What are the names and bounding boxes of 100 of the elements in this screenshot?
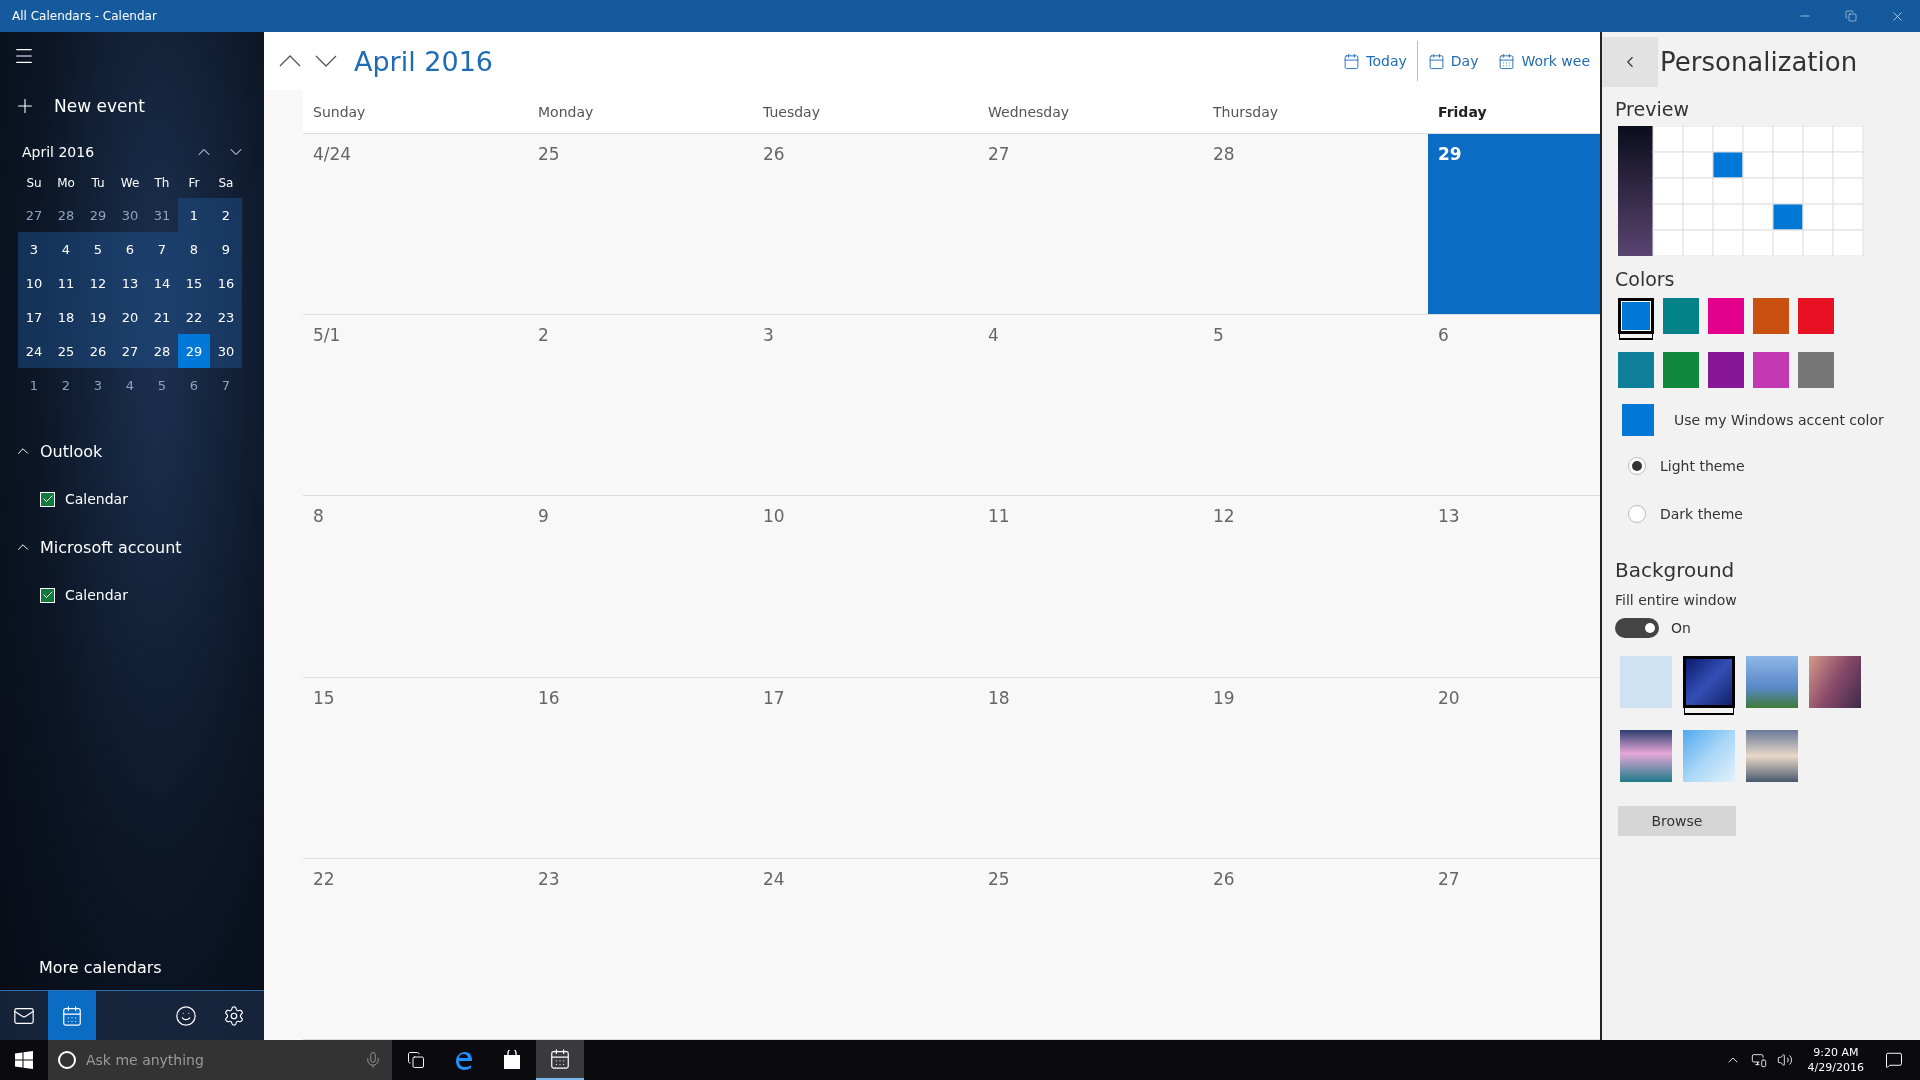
day-cell[interactable]: 29 [1428, 134, 1600, 316]
account-header[interactable]: Microsoft account [0, 524, 264, 570]
mini-calendar-day[interactable]: 25 [50, 334, 82, 368]
shopping-bag-icon [502, 1050, 522, 1070]
background-thumbnail[interactable] [1683, 730, 1735, 782]
radio-button[interactable] [1628, 457, 1646, 475]
mini-calendar-day[interactable]: 16 [210, 266, 242, 300]
mini-calendar-day[interactable]: 23 [210, 300, 242, 334]
background-thumbnail[interactable] [1746, 656, 1798, 708]
color-swatch[interactable] [1753, 298, 1789, 334]
section-heading: Colors [1614, 268, 1676, 290]
more-calendars-link[interactable]: More calendars [0, 944, 162, 990]
mini-calendar-day[interactable]: 9 [210, 232, 242, 266]
mini-calendar-day[interactable]: 30 [210, 334, 242, 368]
background-thumbnail[interactable] [1620, 730, 1672, 782]
background-thumbnail[interactable] [1746, 730, 1798, 782]
toggle-switch[interactable] [1615, 618, 1659, 638]
day-view-button[interactable]: Day [1416, 41, 1489, 81]
weekday-label: Su [25, 175, 43, 192]
radio-button[interactable] [1628, 505, 1646, 523]
calendar-label: Calendar [65, 587, 128, 603]
mini-calendar-day[interactable]: 26 [82, 334, 114, 368]
mini-calendar-day[interactable]: 6 [114, 232, 146, 266]
checkbox[interactable] [40, 587, 55, 603]
mini-calendar-day[interactable]: 1 [178, 198, 210, 232]
mini-calendar-day[interactable]: 8 [178, 232, 210, 266]
color-swatch[interactable] [1663, 298, 1699, 334]
calendar-app-button[interactable] [48, 991, 96, 1040]
mini-calendar-day[interactable]: 27 [114, 334, 146, 368]
mini-calendar-day[interactable]: 31 [146, 198, 178, 232]
smiley-icon [175, 1004, 197, 1027]
background-thumbnail[interactable] [1620, 656, 1672, 708]
color-swatch[interactable] [1708, 298, 1744, 334]
weekday-header: Friday [1428, 90, 1600, 134]
mini-calendar-day[interactable]: 5 [146, 368, 178, 402]
new-event-button[interactable]: New event [0, 84, 264, 128]
mini-calendar-day[interactable]: 7 [146, 232, 178, 266]
color-swatch[interactable] [1753, 352, 1789, 388]
mini-calendar-day[interactable]: 2 [210, 198, 242, 232]
mini-calendar-day[interactable]: 5 [82, 232, 114, 266]
color-swatch[interactable] [1798, 298, 1834, 334]
search-input[interactable]: Ask me anything [84, 1051, 356, 1069]
speaker-icon [1776, 1052, 1793, 1068]
calendar-taskbar-button[interactable] [536, 1040, 584, 1080]
background-thumbnail[interactable] [1809, 656, 1861, 708]
mini-calendar-day[interactable]: 30 [114, 198, 146, 232]
mini-calendar-day[interactable]: 12 [82, 266, 114, 300]
settings-icon [223, 1004, 245, 1027]
color-swatch[interactable] [1798, 352, 1834, 388]
mini-calendar-day[interactable]: 13 [114, 266, 146, 300]
color-swatch[interactable] [1618, 352, 1654, 388]
weekday-label: Fr [187, 175, 201, 192]
mini-calendar-day[interactable]: 29 [178, 334, 210, 368]
mini-calendar-day[interactable]: 1 [18, 368, 50, 402]
mini-calendar-day[interactable]: 2 [50, 368, 82, 402]
accent-color-swatch[interactable] [1622, 404, 1654, 436]
mini-calendar-day[interactable]: 22 [178, 300, 210, 334]
weekday-label: Tu [90, 175, 106, 192]
restore-icon [1845, 10, 1857, 22]
mini-calendar-day[interactable]: 10 [18, 266, 50, 300]
today-view-button[interactable]: Today [1333, 41, 1417, 81]
clock-time: 9:20 AM [1813, 1045, 1859, 1060]
accent-color-label: Use my Windows accent color [1674, 412, 1884, 428]
mini-calendar-day[interactable]: 17 [18, 300, 50, 334]
checkbox[interactable] [40, 491, 55, 507]
mini-calendar-day[interactable]: 19 [82, 300, 114, 334]
mini-calendar-day[interactable]: 7 [210, 368, 242, 402]
color-swatch[interactable] [1708, 352, 1744, 388]
mini-calendar-day[interactable]: 20 [114, 300, 146, 334]
chevron-down-icon [315, 55, 337, 67]
color-swatch[interactable] [1663, 352, 1699, 388]
mini-calendar-day[interactable]: 18 [50, 300, 82, 334]
mini-calendar-day[interactable]: 14 [146, 266, 178, 300]
calendar-icon [549, 1048, 571, 1070]
mini-calendar-day[interactable]: 28 [146, 334, 178, 368]
mini-calendar-day[interactable]: 29 [82, 198, 114, 232]
mini-calendar-day[interactable]: 4 [50, 232, 82, 266]
browse-button[interactable]: Browse [1618, 806, 1736, 836]
theme-label: Light theme [1660, 458, 1745, 474]
search-bar[interactable]: Ask me anything [48, 1040, 392, 1080]
fill-window-label: Fill entire window [1614, 592, 1738, 608]
mini-calendar-day[interactable]: 28 [50, 198, 82, 232]
mini-calendar-day[interactable]: 21 [146, 300, 178, 334]
account-header[interactable]: Outlook [0, 428, 264, 474]
mini-calendar-day[interactable]: 6 [178, 368, 210, 402]
mini-calendar-day[interactable]: 4 [114, 368, 146, 402]
workweek-view-button[interactable]: Work wee [1488, 41, 1600, 81]
weekday-header: Monday [528, 90, 753, 134]
weekday-label: We [119, 175, 141, 192]
weekday-label: Mo [56, 175, 76, 192]
mini-calendar-day[interactable]: 3 [18, 232, 50, 266]
weekday-header: Thursday [1203, 90, 1428, 134]
mini-calendar-day[interactable]: 27 [18, 198, 50, 232]
section-heading: Preview [1614, 98, 1690, 120]
mini-calendar-day[interactable]: 24 [18, 334, 50, 368]
task-view-icon [407, 1051, 425, 1069]
mini-calendar-day[interactable]: 11 [50, 266, 82, 300]
mini-calendar-day[interactable]: 15 [178, 266, 210, 300]
weekday-header: Wednesday [978, 90, 1203, 134]
mini-calendar-day[interactable]: 3 [82, 368, 114, 402]
